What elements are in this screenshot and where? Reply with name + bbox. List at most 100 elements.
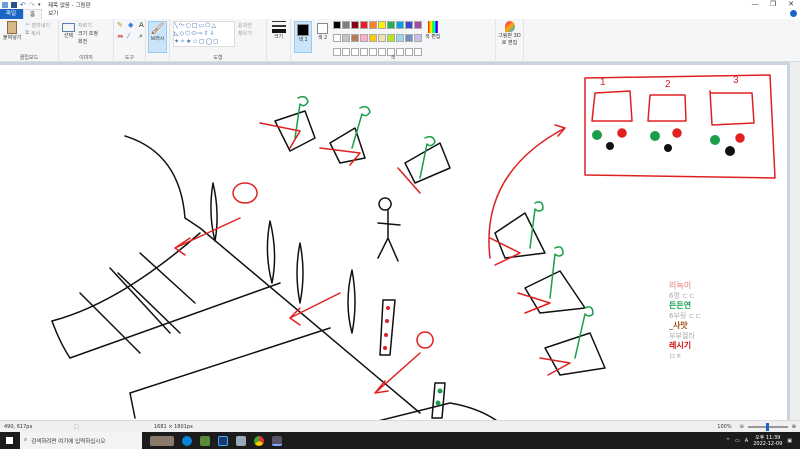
fill-icon[interactable]: ◆ — [128, 21, 136, 29]
select-button[interactable]: 선택 — [62, 21, 75, 45]
minimize-button[interactable]: — — [746, 0, 764, 9]
palette-swatch[interactable] — [387, 34, 395, 43]
edit-with-paint3d-button[interactable]: 그림판 3D로 편집 — [498, 21, 521, 46]
palette-swatch[interactable] — [351, 21, 359, 29]
palette-swatch[interactable] — [414, 34, 422, 43]
title-bar: ↶ ↷ ▾ 제목 없음 - 그림판 — ❐ ✕ — [0, 0, 800, 9]
zoom-in-button[interactable]: ⊕ — [788, 424, 800, 430]
team-name: _사맛 — [669, 321, 688, 330]
shapes-gallery[interactable]: ╲〜○□▭⬠△ ◺◇⬡⬭⇨⇧⇩ ✦✧★☆▢◯◻ — [173, 21, 235, 47]
colors-group: 색 1 색 2 색 편집 색 — [291, 19, 496, 62]
palette-swatch[interactable] — [342, 34, 350, 43]
taskbar: ⌕ 검색하려면 여기에 입력하십시오 ^ ▭ A 오후 11:39 2022-12-… — [0, 432, 800, 449]
undo-icon[interactable]: ↶ — [20, 1, 26, 8]
vscode-icon[interactable] — [218, 435, 228, 446]
palette-swatch[interactable] — [360, 21, 368, 29]
paint-app-icon — [2, 1, 8, 8]
palette-swatch[interactable] — [405, 34, 413, 43]
team-name: 든든연 — [669, 301, 692, 310]
notification-icon[interactable]: ▣ — [787, 438, 792, 444]
palette-swatch[interactable] — [342, 21, 350, 29]
palette-swatch[interactable] — [360, 34, 368, 43]
line-size-icon — [271, 21, 286, 33]
palette-swatch[interactable] — [405, 21, 413, 29]
palette-swatch[interactable] — [378, 34, 386, 43]
customize-quick-access-icon[interactable]: ▾ — [38, 2, 44, 8]
shapes-group: ╲〜○□▭⬠△ ◺◇⬡⬭⇨⇧⇩ ✦✧★☆▢◯◻ 윤곽선 채우기 도형 — [170, 19, 267, 62]
outline-button[interactable]: 윤곽선 — [238, 21, 252, 29]
paste-button[interactable]: 붙여넣기 — [3, 21, 21, 41]
network-icon[interactable]: ▭ — [735, 438, 740, 444]
drawing-canvas[interactable]: 1 2 3 리녹이 6명 ㄷㄷ 든든연 6부링 ㄷㄷ _사맛 부부겔라 레시기 ㅁㅊ — [0, 65, 787, 424]
clipboard-icon — [7, 21, 18, 34]
cut-button[interactable]: ✂ 잘라내기 — [25, 21, 50, 29]
team-subtitle: 6부링 ㄷㄷ — [669, 312, 702, 320]
copy-button[interactable]: ⧉ 복사 — [25, 29, 50, 37]
resize-button[interactable]: 크기 조정 — [78, 29, 98, 37]
brush-icon: 🖌 — [150, 22, 165, 35]
number-2: 2 — [665, 79, 671, 90]
image-size: 1681 × 1801px — [154, 423, 193, 430]
palette-swatch[interactable] — [378, 21, 386, 29]
taskbar-image-icon[interactable] — [150, 435, 174, 446]
team-name: 리녹이 — [669, 281, 692, 290]
palette-swatch[interactable] — [387, 21, 395, 29]
tab-view[interactable]: 보기 — [42, 9, 64, 19]
palette-swatch[interactable] — [414, 21, 422, 29]
maximize-button[interactable]: ❐ — [764, 0, 782, 9]
ime-indicator[interactable]: A — [745, 438, 748, 444]
size-button[interactable]: 크기 — [270, 21, 287, 40]
cursor-position: 490, 617px — [4, 423, 33, 430]
team-subtitle: 부부겔라 — [669, 332, 695, 340]
eraser-icon[interactable]: ▬ — [117, 32, 125, 41]
team-subtitle: ㅁㅊ — [669, 352, 682, 360]
palette-swatch[interactable] — [369, 21, 377, 29]
tray-chevron-icon[interactable]: ^ — [726, 438, 730, 444]
notepad-icon[interactable] — [236, 435, 246, 446]
palette-swatch[interactable] — [351, 34, 359, 43]
help-icon[interactable] — [790, 10, 797, 17]
color1-button[interactable]: 색 1 — [294, 21, 312, 53]
clipboard-group: 붙여넣기 ✂ 잘라내기 ⧉ 복사 클립보드 — [0, 19, 59, 62]
vertical-scrollbar[interactable] — [790, 62, 800, 420]
palette-swatch[interactable] — [333, 34, 341, 43]
start-icon[interactable] — [6, 437, 13, 444]
save-icon[interactable] — [11, 1, 17, 8]
road-drawing — [51, 135, 501, 424]
drawing: 1 2 3 — [51, 74, 776, 424]
brushes-button[interactable]: 🖌 브러시 — [148, 21, 167, 53]
palette-swatch[interactable] — [369, 34, 377, 43]
select-icon — [62, 23, 75, 32]
team-notes: 리녹이 6명 ㄷㄷ 든든연 6부링 ㄷㄷ _사맛 부부겔라 레시기 ㅁㅊ — [669, 281, 701, 361]
selection-size: ⬚ — [74, 423, 79, 430]
chrome-icon[interactable] — [254, 435, 264, 446]
palette-swatch[interactable] — [333, 21, 341, 29]
clock[interactable]: 오후 11:39 2022-12-09 — [753, 435, 782, 447]
tab-file[interactable]: 파일 — [0, 9, 23, 19]
number-3: 3 — [733, 75, 739, 86]
search-icon: ⌕ — [24, 437, 28, 443]
redo-icon[interactable]: ↷ — [29, 1, 35, 8]
palette-swatch[interactable] — [396, 21, 404, 29]
fill-button[interactable]: 채우기 — [238, 29, 252, 37]
tab-home[interactable]: 홈 — [23, 9, 43, 19]
ribbon: 붙여넣기 ✂ 잘라내기 ⧉ 복사 클립보드 선택 자르기 크기 조정 회전 이미지 … — [0, 19, 800, 62]
number-1: 1 — [600, 77, 606, 88]
minecraft-icon[interactable] — [200, 435, 210, 446]
color-picker-icon[interactable]: ⁄ — [128, 32, 136, 41]
system-tray: ^ ▭ A 오후 11:39 2022-12-09 ▣ — [726, 432, 792, 449]
zoom-slider[interactable] — [747, 422, 788, 431]
taskbar-search[interactable]: ⌕ 검색하려면 여기에 입력하십시오 — [20, 432, 142, 449]
pencil-icon[interactable]: ✎ — [117, 21, 125, 29]
image-group: 선택 자르기 크기 조정 회전 이미지 — [59, 19, 114, 62]
crop-button[interactable]: 자르기 — [78, 21, 98, 29]
status-bar: 490, 617px ⬚ 1681 × 1801px 100% ⊖ ⊕ — [0, 420, 800, 432]
paint-taskbar-icon[interactable] — [272, 435, 282, 446]
ribbon-tabs: 파일 홈 보기 — [0, 9, 800, 19]
zoom-out-button[interactable]: ⊖ — [736, 424, 748, 430]
green-drawing — [294, 95, 594, 359]
rotate-button[interactable]: 회전 — [78, 37, 98, 45]
close-button[interactable]: ✕ — [782, 0, 800, 9]
palette-swatch[interactable] — [396, 34, 404, 43]
edge-icon[interactable] — [182, 435, 192, 446]
